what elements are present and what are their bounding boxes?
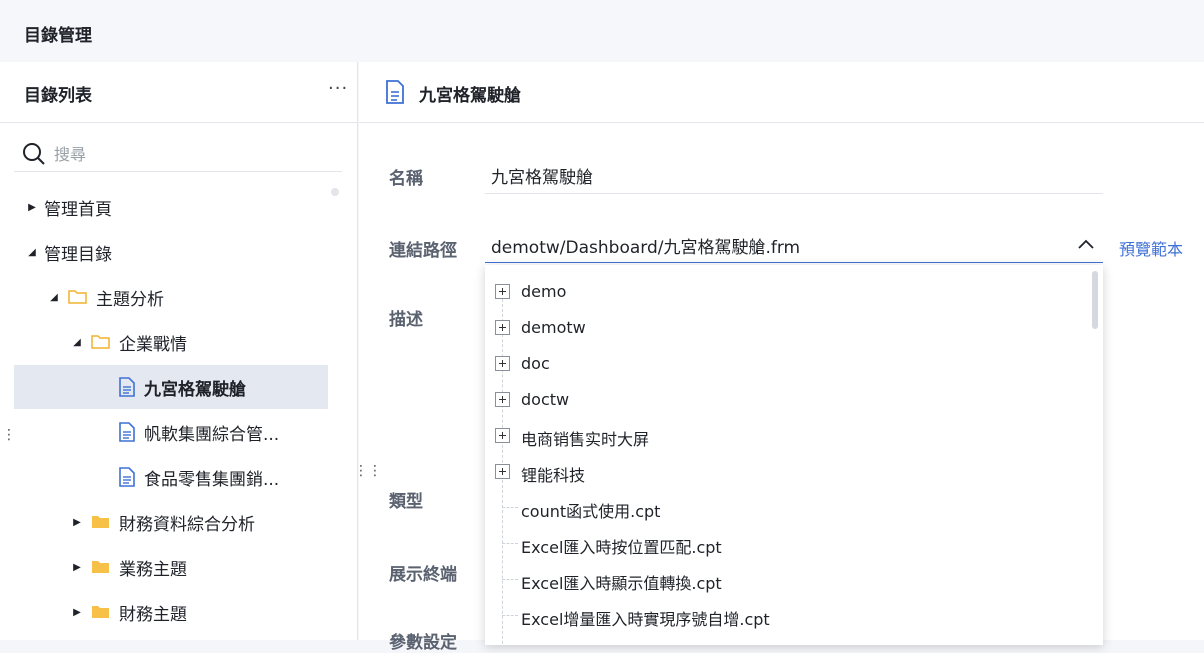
- link-path-value: demotw/Dashboard/九宮格駕駛艙.frm: [491, 238, 801, 258]
- dropdown-item-demotw[interactable]: demotw: [485, 310, 1085, 346]
- tree-item-label: 管理目錄: [44, 244, 112, 265]
- folder-icon: [91, 559, 111, 575]
- folder-open-icon: [68, 289, 88, 305]
- document-icon: [118, 377, 136, 397]
- dropdown-scrollbar[interactable]: [1092, 271, 1098, 329]
- caret-right-icon[interactable]: ▶: [26, 202, 38, 213]
- folder-open-icon: [91, 334, 111, 350]
- tree-item-finance-data-analysis[interactable]: ▶ 財務資料綜合分析: [71, 500, 255, 544]
- name-value: 九宮格駕駛艙: [491, 168, 593, 188]
- search-box: [14, 136, 342, 172]
- tree-item-food-retail[interactable]: 食品零售集團銷...: [118, 455, 279, 499]
- tree-item-label: 食品零售集團銷...: [144, 469, 280, 490]
- app-title: 目錄管理: [24, 26, 92, 46]
- tree-item-label: 財務主題: [119, 604, 187, 625]
- tree-branch-line: [502, 543, 518, 544]
- dropdown-item-doc[interactable]: doc: [485, 346, 1085, 382]
- caret-right-icon[interactable]: ▶: [71, 562, 83, 573]
- expand-plus-icon[interactable]: [495, 392, 510, 407]
- type-label: 類型: [389, 492, 423, 512]
- resize-handle-icon[interactable]: ⋮⋮: [354, 464, 382, 478]
- tree-item-enterprise-intel[interactable]: ◢ 企業戰情: [71, 320, 187, 364]
- detail-title: 九宮格駕駛艙: [419, 86, 521, 106]
- tree-item-nine-grid-cockpit[interactable]: 九宮格駕駛艙: [14, 365, 328, 409]
- search-icon: [23, 143, 45, 165]
- link-path-label: 連結路徑: [389, 241, 457, 261]
- detail-panel-header: 九宮格駕駛艙: [359, 62, 1204, 123]
- tree-branch-line: [502, 615, 518, 616]
- tree-item-business-topic[interactable]: ▶ 業務主題: [71, 545, 187, 589]
- parameter-settings-label: 參數設定: [389, 633, 457, 653]
- caret-down-icon[interactable]: ◢: [48, 292, 60, 303]
- tree-item-finance-topic[interactable]: ▶ 財務主題: [71, 590, 187, 634]
- document-icon: [118, 467, 136, 487]
- tree-item-home[interactable]: ▶ 管理首頁: [26, 185, 112, 229]
- caret-down-icon[interactable]: ◢: [71, 337, 83, 348]
- dropdown-item-file[interactable]: Excel匯入時顯示值轉換.cpt: [485, 562, 1085, 598]
- drag-handle-icon[interactable]: ⋮: [2, 428, 16, 442]
- more-options-icon[interactable]: ···: [328, 78, 348, 99]
- scrollbar-thumb[interactable]: [331, 188, 339, 196]
- top-bar: 目錄管理: [0, 0, 1204, 62]
- document-icon: [386, 80, 404, 104]
- dropdown-item-doctw[interactable]: doctw: [485, 382, 1085, 418]
- tree-item-label: 業務主題: [119, 559, 187, 580]
- folder-icon: [91, 604, 111, 620]
- tree-item-fanruan-group[interactable]: 帆軟集團綜合管...: [118, 410, 279, 454]
- display-terminal-label: 展示終端: [389, 565, 457, 585]
- tree-item-label: 企業戰情: [119, 334, 187, 355]
- description-label: 描述: [389, 310, 423, 330]
- expand-plus-icon[interactable]: [495, 356, 510, 371]
- tree-item-label: 九宮格駕駛艙: [144, 379, 246, 400]
- dropdown-item-file[interactable]: count函式使用.cpt: [485, 490, 1085, 526]
- expand-plus-icon[interactable]: [495, 464, 510, 479]
- document-icon: [118, 422, 136, 442]
- dropdown-item-ecommerce[interactable]: 电商销售实时大屏: [485, 418, 1085, 454]
- tree-item-topic-analysis[interactable]: ◢ 主題分析: [48, 275, 164, 319]
- dropdown-item-file[interactable]: Excel匯入時按位置匹配.cpt: [485, 526, 1085, 562]
- caret-right-icon[interactable]: ▶: [71, 607, 83, 618]
- path-dropdown: demo demotw doc doctw 电商销售实时大屏 锂能科技 coun…: [485, 265, 1103, 645]
- caret-down-icon[interactable]: ◢: [26, 247, 38, 258]
- tree-item-label: 管理首頁: [44, 199, 112, 220]
- directory-panel-title: 目錄列表: [24, 86, 92, 106]
- expand-plus-icon[interactable]: [495, 320, 510, 335]
- expand-plus-icon[interactable]: [495, 284, 510, 299]
- name-label: 名稱: [389, 169, 423, 189]
- search-input[interactable]: [54, 142, 324, 166]
- tree-item-label: 主題分析: [96, 289, 164, 310]
- dropdown-item-lithium[interactable]: 锂能科技: [485, 454, 1085, 490]
- folder-icon: [91, 514, 111, 530]
- dropdown-item-file[interactable]: Excel增量匯入時實現序號自增.cpt: [485, 598, 1085, 634]
- caret-right-icon[interactable]: ▶: [71, 517, 83, 528]
- directory-panel-header: 目錄列表 ···: [0, 62, 358, 123]
- tree-branch-line: [502, 507, 518, 508]
- tree-item-label: 財務資料綜合分析: [119, 514, 255, 535]
- expand-plus-icon[interactable]: [495, 428, 510, 443]
- preview-template-link[interactable]: 預覽範本: [1119, 236, 1183, 260]
- tree-branch-line: [502, 579, 518, 580]
- chevron-up-icon[interactable]: [1077, 238, 1095, 250]
- name-field[interactable]: 九宮格駕駛艙: [485, 158, 1103, 194]
- tree-item-management-directory[interactable]: ◢ 管理目錄: [26, 230, 112, 274]
- tree-item-label: 帆軟集團綜合管...: [144, 424, 280, 445]
- directory-panel: 目錄列表 ··· ▶ 管理首頁 ◢ 管理目錄 ◢ 主題分析 ◢ 企業戰情: [0, 62, 358, 640]
- link-path-select[interactable]: demotw/Dashboard/九宮格駕駛艙.frm: [485, 230, 1103, 263]
- dropdown-item-demo[interactable]: demo: [485, 274, 1085, 310]
